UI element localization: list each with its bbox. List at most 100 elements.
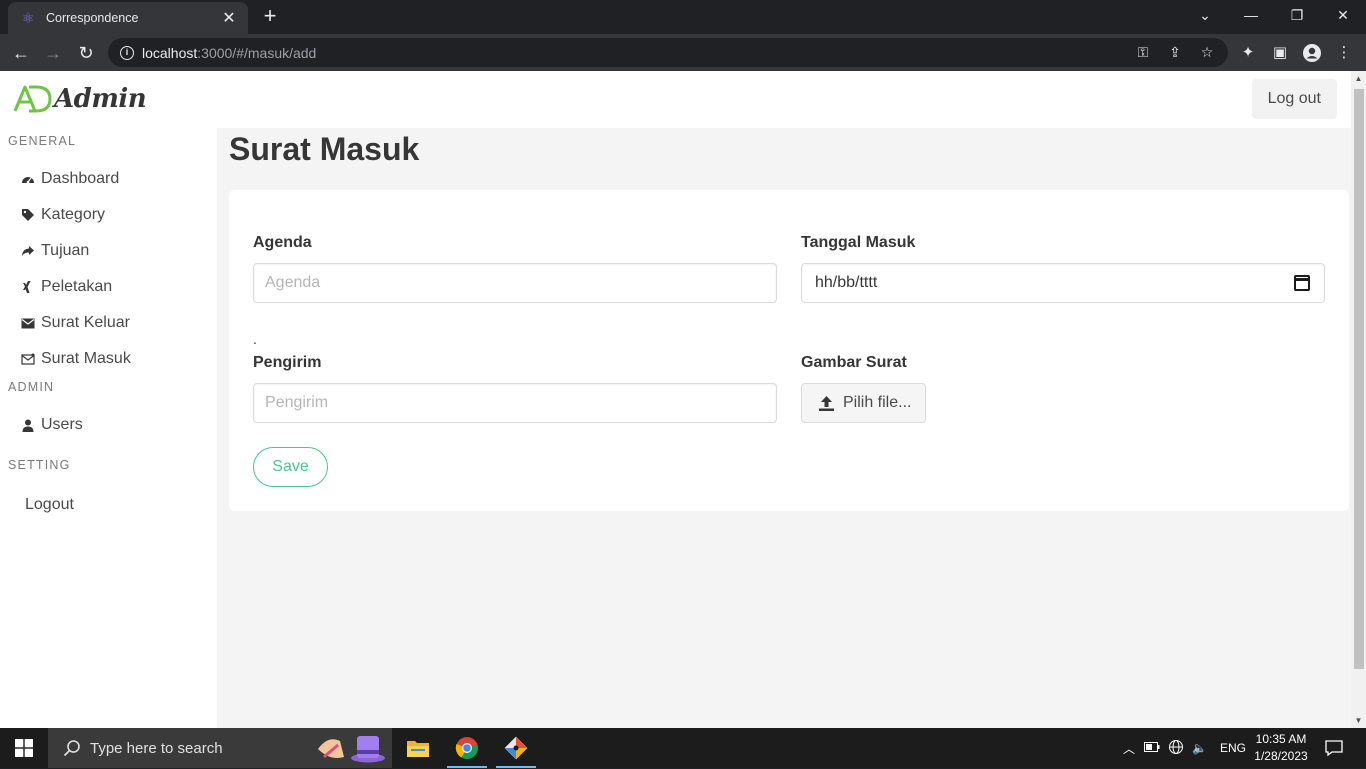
clock-date: 1/28/2023 [1254,749,1308,763]
close-window-button[interactable]: ✕ [1320,0,1366,30]
page-viewport: Admin Log out GENERAL Dashboard Kategory… [0,71,1366,728]
sidebar-item-label: Dashboard [41,170,120,187]
scroll-down-arrow-icon[interactable]: ▼ [1351,713,1366,728]
pengirim-label: Pengirim [253,354,322,371]
windows-logo-icon [15,739,33,757]
share-icon[interactable]: ⇪ [1166,43,1184,61]
profile-icon[interactable] [1302,43,1322,63]
menu-label-general: GENERAL [8,134,77,148]
agenda-placeholder: Agenda [265,274,321,291]
tanggal-masuk-date-input[interactable]: hh/bb/tttt [801,263,1325,303]
new-tab-button[interactable]: + [258,4,282,28]
extensions-icon[interactable]: ✦ [1238,43,1258,63]
show-hidden-icons-icon[interactable]: ︿ [1122,740,1136,757]
admin-logo[interactable]: Admin [12,81,147,117]
share-icon [20,243,36,259]
page-title: Surat Masuk [229,131,420,167]
taskbar-chrome[interactable] [443,728,491,768]
tab-search-icon[interactable]: ⌄ [1182,0,1228,30]
choose-file-label: Pilih file... [843,394,912,411]
tags-icon [20,207,36,223]
sidebar-item-dashboard[interactable]: Dashboard [20,167,119,191]
browser-tab[interactable]: ⚛ Correspondence ✕ [8,2,248,34]
chrome-menu-icon[interactable]: ⋮ [1334,43,1354,63]
agenda-input[interactable]: Agenda [253,263,777,303]
chrome-logo-icon [455,737,478,759]
search-placeholder: Type here to search [90,739,223,757]
sidebar-item-label: Peletakan [41,278,113,295]
sidebar-item-label: Kategory [41,206,106,223]
sidebar-item-peletakan[interactable]: Peletakan [20,275,112,299]
git-app-icon [504,736,528,760]
scroll-up-arrow-icon[interactable]: ▲ [1351,71,1366,86]
sidebar-item-label: Users [41,416,83,433]
taskbar-search-box[interactable]: Type here to search [48,728,392,768]
network-globe-icon[interactable] [1168,739,1184,758]
ad-logo-mark-icon [13,85,52,113]
sidebar-item-label: Surat Masuk [41,350,131,367]
taskbar-clock[interactable]: 10:35 AM 1/28/2023 [1248,731,1314,765]
sidebar-item-label: Tujuan [41,242,90,259]
bookmark-star-icon[interactable]: ☆ [1198,43,1216,61]
volume-icon[interactable]: 🔈 [1192,741,1208,755]
address-bar[interactable]: i localhost:3000/#/masuk/add ⚿ ⇪ ☆ [108,38,1228,67]
windows-taskbar: Type here to search ︿ 🔈 ENG 10:35 AM 1/2… [0,728,1366,768]
browser-tab-strip: ⚛ Correspondence ✕ + ⌄ — ❐ ✕ [0,0,1366,34]
system-tray: ︿ 🔈 ENG [1122,728,1246,768]
xing-icon [20,279,36,295]
minimize-button[interactable]: — [1228,0,1274,30]
calendar-icon[interactable] [1294,275,1310,291]
battery-icon[interactable] [1144,741,1160,755]
search-icon [63,740,80,757]
gambar-surat-label: Gambar Surat [801,354,907,371]
language-indicator[interactable]: ENG [1220,741,1246,755]
url-path: :3000/#/masuk/add [197,44,317,61]
sidebar-item-label: Surat Keluar [41,314,130,331]
scrollbar-thumb[interactable] [1354,89,1364,669]
pengirim-input[interactable]: Pengirim [253,383,777,423]
save-button[interactable]: Save [253,447,328,487]
user-icon [20,417,36,433]
agenda-label: Agenda [253,234,312,251]
pengirim-placeholder: Pengirim [265,394,329,411]
folder-icon [407,741,429,757]
tanggal-masuk-label: Tanggal Masuk [801,234,916,251]
sidebar-item-users[interactable]: Users [20,413,83,437]
dashboard-icon [20,171,36,187]
restore-button[interactable]: ❐ [1274,0,1320,30]
sidebar-item-surat-keluar[interactable]: Surat Keluar [20,311,130,335]
envelope-icon [20,315,36,331]
notification-icon [1325,740,1343,756]
logo-text: Admin [54,84,147,114]
menu-label-admin: ADMIN [8,380,55,394]
sidebar-item-label: Logout [25,496,74,513]
upload-icon [819,395,834,411]
taskbar-file-explorer[interactable] [394,728,442,768]
browser-toolbar: ← → ↻ i localhost:3000/#/masuk/add ⚿ ⇪ ☆… [0,34,1366,71]
clock-time: 10:35 AM [1255,732,1307,746]
react-favicon-icon: ⚛ [22,10,35,26]
start-button[interactable] [0,728,48,768]
tab-title: Correspondence [46,11,139,25]
taskbar-git-app[interactable] [492,728,540,768]
sidebar-item-logout[interactable]: Logout [25,493,74,517]
stray-dot: . [253,331,257,347]
key-icon[interactable]: ⚿ [1134,43,1152,61]
side-panel-icon[interactable]: ▣ [1270,43,1290,63]
sidebar-item-tujuan[interactable]: Tujuan [20,239,89,263]
sidebar: GENERAL Dashboard Kategory Tujuan Peleta… [0,128,217,728]
close-tab-icon[interactable]: ✕ [220,8,238,28]
form-card [229,190,1349,511]
forward-button[interactable]: → [40,40,66,66]
notification-button[interactable] [1322,728,1346,768]
choose-file-button[interactable]: Pilih file... [801,383,926,423]
site-info-icon[interactable]: i [120,45,134,60]
sidebar-item-surat-masuk[interactable]: Surat Masuk [20,347,131,371]
page-scrollbar[interactable]: ▲ ▼ [1351,71,1366,728]
sidebar-item-kategory[interactable]: Kategory [20,203,105,227]
search-highlight-icon [314,731,386,765]
back-button[interactable]: ← [8,40,34,66]
logout-button[interactable]: Log out [1251,79,1337,119]
menu-label-setting: SETTING [8,458,71,472]
reload-button[interactable]: ↻ [73,40,99,66]
